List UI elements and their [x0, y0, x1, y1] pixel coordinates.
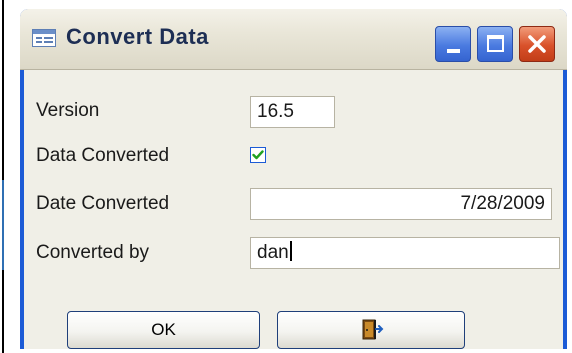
version-label: Version — [36, 100, 100, 121]
check-icon — [252, 150, 264, 160]
version-field[interactable]: 16.5 — [250, 96, 335, 128]
close-button[interactable] — [519, 26, 555, 62]
data-converted-label: Data Converted — [36, 145, 170, 166]
form-icon-line — [44, 41, 53, 43]
background-window-border — [2, 0, 4, 353]
date-converted-field[interactable]: 7/28/2009 — [250, 188, 552, 220]
exit-door-icon — [362, 319, 384, 340]
exit-button[interactable] — [277, 311, 465, 349]
date-converted-label: Date Converted — [36, 193, 170, 214]
form-icon-header — [33, 30, 55, 34]
convert-data-window: Convert Data Version 16.5 Data Converted… — [20, 9, 567, 349]
window-title: Convert Data — [66, 24, 209, 49]
background-window-edge — [0, 0, 6, 353]
form-icon[interactable] — [32, 29, 56, 47]
dialog-body: Version 16.5 Data Converted Date Convert… — [24, 70, 563, 349]
converted-by-value: dan — [257, 242, 289, 263]
form-icon-line — [44, 37, 53, 39]
data-converted-checkbox[interactable] — [250, 147, 266, 163]
maximize-icon — [487, 35, 504, 52]
converted-by-label: Converted by — [36, 242, 150, 263]
ok-button[interactable]: OK — [67, 311, 260, 349]
minimize-icon — [447, 49, 460, 53]
text-cursor — [289, 241, 292, 261]
title-bar[interactable]: Convert Data — [20, 9, 567, 70]
close-icon — [528, 35, 546, 53]
converted-by-field[interactable]: dan — [250, 237, 560, 269]
form-icon-line — [36, 37, 42, 39]
form-icon-line — [36, 41, 42, 43]
background-window-accent — [2, 180, 4, 270]
maximize-button[interactable] — [477, 26, 513, 62]
minimize-button[interactable] — [435, 26, 471, 62]
